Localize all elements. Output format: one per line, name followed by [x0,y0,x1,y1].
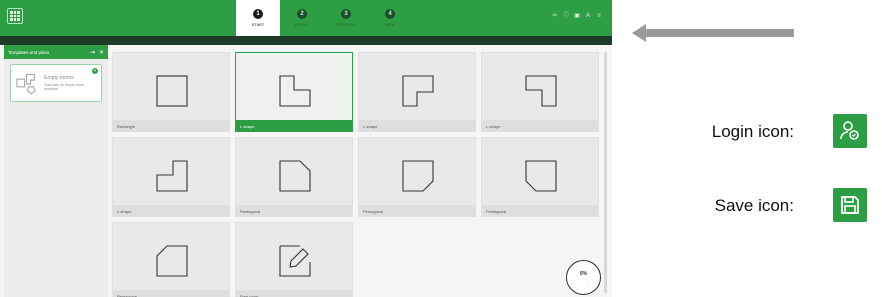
empty-room-description: Start with an empty room template [44,82,85,92]
room-shape-icon [402,160,434,192]
room-template-tile[interactable]: L-shape [481,52,599,132]
step-navigation: 1 START 2 ROOLS 3 PORSION 4 VIEW [236,0,412,36]
add-badge-icon: + [92,68,98,74]
room-template-tile[interactable]: Pentagonal [358,137,476,217]
tile-label: L-shape [482,120,598,131]
menu-icon[interactable]: ≡ [596,13,602,19]
step-view[interactable]: 4 VIEW [368,0,412,36]
tile-label: Rectangle [113,120,229,131]
step-label: START [251,22,265,27]
tile-label: L-shape [359,120,475,131]
login-icon [833,114,867,148]
top-bar: 1 START 2 ROOLS 3 PORSION 4 VIEW ✂ ⓘ ▣ A ≡ [0,0,612,36]
step-number: 4 [385,9,395,19]
empty-room-title: Empty rooms [44,74,74,81]
save-icon[interactable]: ▣ [574,13,580,19]
room-template-tile[interactable]: Free room [235,222,353,297]
tile-label: Free room [236,290,352,297]
templates-panel: Templates and plans ⇥ ✕ Empty rooms Star… [4,45,108,297]
user-icon[interactable]: A [585,13,591,19]
room-shape-icon [156,245,188,277]
room-shape-icon [156,160,188,192]
progress-value: 0% [579,270,588,277]
pointer-arrow-icon [632,24,794,42]
info-icon[interactable]: ⓘ [563,13,569,19]
room-shape-icon [525,75,557,107]
panel-header: Templates and plans ⇥ ✕ [4,45,108,59]
empty-room-card[interactable]: Empty rooms Start with an empty room tem… [10,64,102,102]
step-label: VIEW [384,22,396,27]
progress-nav[interactable]: ← → [571,280,595,285]
progress-indicator: 0% ← → [566,260,601,295]
room-shape-icon [402,75,434,107]
room-shape-icon [525,160,557,192]
tile-label: Pentagonal [113,290,229,297]
tile-label: L-shape [236,120,352,131]
app-screenshot: 1 START 2 ROOLS 3 PORSION 4 VIEW ✂ ⓘ ▣ A ≡ Temp… [0,0,612,297]
secondary-bar [0,36,612,45]
room-template-tile[interactable]: Pentagonal [235,137,353,217]
step-label: PORSION [336,22,356,27]
step-porsion[interactable]: 3 PORSION [324,0,368,36]
step-label: ROOLS [294,22,309,27]
room-template-tile[interactable]: Pentagonal [112,222,230,297]
room-template-tile[interactable]: L-shape [358,52,476,132]
step-start[interactable]: 1 START [236,0,280,36]
tile-label: L-shape [113,205,229,216]
step-rools[interactable]: 2 ROOLS [280,0,324,36]
room-shape-icon [279,160,311,192]
tile-label: Pentagonal [359,205,475,216]
room-template-grid: Rectangle L-shape L-shape L-shape L-shape Pen… [112,52,602,297]
save-icon-label: Save icon: [714,196,794,215]
room-shape-icon [279,245,311,277]
step-number: 2 [297,9,307,19]
tile-label: Pentagonal [482,205,598,216]
scissors-icon[interactable]: ✂ [552,13,558,19]
room-template-tile[interactable]: L-shape [235,52,353,132]
save-icon [833,188,867,222]
room-template-tile[interactable]: L-shape [112,137,230,217]
close-icon[interactable]: ✕ [99,49,104,56]
login-icon-label: Login icon: [711,122,794,141]
scrollbar[interactable] [604,52,607,293]
room-shape-icon [279,75,311,107]
panel-title: Templates and plans [8,49,50,55]
tile-label: Pentagonal [236,205,352,216]
room-shapes-icon [16,73,36,95]
collapse-icon[interactable]: ⇥ [90,49,95,56]
room-template-tile[interactable]: Pentagonal [481,137,599,217]
app-grid-logo-icon[interactable] [7,8,23,24]
step-number: 3 [341,9,351,19]
step-number: 1 [253,9,263,19]
room-shape-icon [156,75,188,107]
room-template-tile[interactable]: Rectangle [112,52,230,132]
toolbar-icons: ✂ ⓘ ▣ A ≡ [552,13,602,19]
